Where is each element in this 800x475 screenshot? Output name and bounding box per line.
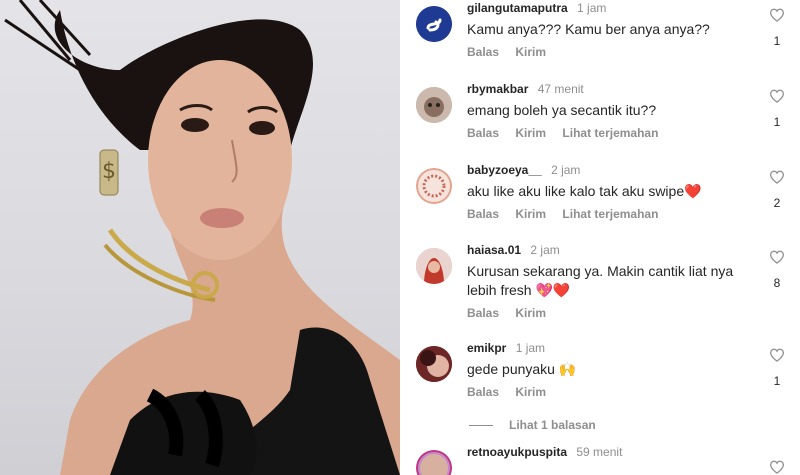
comment-username[interactable]: rbymakbar — [467, 82, 528, 96]
like-area — [766, 460, 788, 474]
like-count: 8 — [773, 276, 781, 290]
avatar[interactable] — [416, 87, 452, 123]
like-count: 2 — [773, 196, 781, 210]
heart-outline-icon[interactable] — [769, 170, 785, 184]
comment-username[interactable]: gilangutamaputra — [467, 1, 568, 15]
avatar[interactable] — [416, 248, 452, 284]
svg-text:$: $ — [102, 159, 116, 184]
avatar-logo-icon — [416, 6, 452, 42]
avatar-story-ring-icon — [416, 450, 452, 475]
reply-button[interactable]: Balas — [467, 45, 499, 59]
comment-text-body: gede punyaku — [467, 361, 555, 377]
like-count: 1 — [773, 34, 781, 48]
reply-button[interactable]: Balas — [467, 385, 499, 399]
avatar[interactable] — [416, 168, 452, 204]
comment-time: 2 jam — [530, 243, 560, 257]
avatar[interactable] — [416, 450, 452, 475]
send-button[interactable]: Kirim — [515, 306, 546, 320]
send-button[interactable]: Kirim — [515, 126, 546, 140]
comments-panel: gilangutamaputra 1 jam Kamu anya??? Kamu… — [400, 0, 800, 475]
comment-text: gede punyaku 🙌 — [467, 360, 757, 379]
comment-username[interactable]: retnoayukpuspita — [467, 445, 567, 459]
comment-text: aku like aku like kalo tak aku swipe❤️ — [467, 182, 757, 201]
send-button[interactable]: Kirim — [515, 207, 546, 221]
translate-link[interactable]: Lihat terjemahan — [562, 126, 658, 140]
comment-time: 1 jam — [577, 1, 607, 15]
comment-text: Kamu anya??? Kamu ber anya anya?? — [467, 21, 710, 37]
post-photo: $ — [0, 0, 400, 475]
comment-time: 59 menit — [576, 445, 623, 459]
reply-button[interactable]: Balas — [467, 306, 499, 320]
like-count: 1 — [773, 374, 781, 388]
avatar-photo-icon — [416, 346, 452, 382]
heart-outline-icon[interactable] — [769, 460, 785, 474]
comment-text-body: aku like aku like kalo tak aku swipe — [467, 183, 685, 199]
heart-outline-icon[interactable] — [769, 250, 785, 264]
heart-outline-icon[interactable] — [769, 348, 785, 362]
reply-button[interactable]: Balas — [467, 126, 499, 140]
comment-emoji: 🙌 — [558, 361, 577, 377]
comment-text: emang boleh ya secantik itu?? — [467, 102, 657, 118]
comment-emoji: ❤️ — [684, 183, 702, 199]
translate-link[interactable]: Lihat terjemahan — [562, 207, 658, 221]
send-button[interactable]: Kirim — [515, 45, 546, 59]
avatar-photo-icon — [416, 87, 452, 123]
avatar-photo-icon — [416, 248, 452, 284]
comment-time: 47 menit — [537, 82, 584, 96]
comment-text: Kurusan sekarang ya. Makin cantik liat n… — [467, 262, 749, 300]
portrait-image: $ — [4, 0, 400, 475]
comment-username[interactable]: haiasa.01 — [467, 243, 521, 257]
comment-username[interactable]: babyzoeya__ — [467, 163, 542, 177]
heart-outline-icon[interactable] — [769, 89, 785, 103]
comment-username[interactable]: emikpr — [467, 341, 506, 355]
view-replies-link[interactable]: Lihat 1 balasan — [469, 418, 596, 432]
view-replies-label: Lihat 1 balasan — [509, 418, 596, 432]
like-area: 1 — [766, 348, 788, 388]
like-area: 1 — [766, 8, 788, 48]
like-area: 2 — [766, 170, 788, 210]
avatar-ring-icon — [416, 168, 452, 204]
comment-emoji: 💖❤️ — [535, 282, 571, 298]
comment-text-body: Kurusan sekarang ya. Makin cantik liat n… — [467, 263, 734, 298]
like-area: 1 — [766, 89, 788, 129]
like-count: 1 — [773, 115, 781, 129]
comment-time: 2 jam — [551, 163, 581, 177]
heart-outline-icon[interactable] — [769, 8, 785, 22]
send-button[interactable]: Kirim — [515, 385, 546, 399]
comment-time: 1 jam — [515, 341, 546, 355]
avatar[interactable] — [416, 346, 452, 382]
replies-divider — [469, 425, 493, 427]
like-area: 8 — [766, 250, 788, 290]
avatar[interactable] — [416, 6, 452, 42]
reply-button[interactable]: Balas — [467, 207, 499, 221]
